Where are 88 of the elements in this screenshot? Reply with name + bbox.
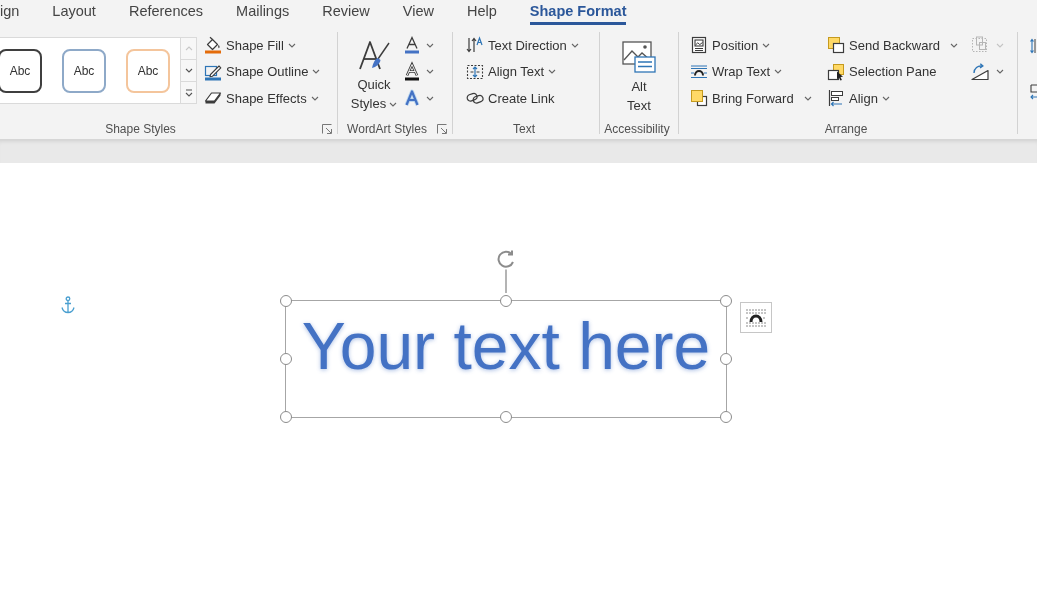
wrap-arch-icon — [744, 306, 768, 329]
quick-styles-button[interactable]: Quick Styles — [347, 33, 401, 113]
caret-icon — [762, 42, 771, 48]
squares-cursor-icon — [827, 62, 845, 81]
caret-icon — [310, 95, 319, 101]
vertical-arrows-icon — [1030, 38, 1037, 54]
alt-text-button[interactable]: Alt Text — [618, 33, 660, 115]
resize-handle[interactable] — [280, 411, 292, 423]
shape-style-swatch[interactable]: Abc — [62, 48, 106, 93]
send-backward-button[interactable]: Send Backward — [827, 33, 941, 57]
caret-icon — [426, 95, 434, 101]
letter-brush-icon — [356, 38, 392, 72]
shape-effects-button[interactable]: Shape Effects — [204, 86, 321, 110]
bring-forward-button[interactable]: Bring Forward — [690, 86, 794, 110]
caret-icon — [950, 42, 959, 48]
caret-icon — [881, 95, 890, 101]
dashed-squares-icon — [970, 36, 990, 54]
gallery-scroll-button[interactable] — [181, 82, 196, 103]
caret-icon — [774, 69, 783, 74]
resize-handle[interactable] — [720, 295, 732, 307]
caret-icon — [426, 69, 434, 74]
outlined-letter-icon — [404, 62, 420, 81]
selection-pane-button[interactable]: Selection Pane — [827, 59, 970, 84]
shape-fill-button[interactable]: Shape Fill — [204, 33, 321, 57]
anchor-icon — [60, 296, 76, 314]
align-left-icon — [827, 89, 845, 107]
resize-handle[interactable] — [500, 295, 512, 307]
layout-options-button[interactable] — [740, 302, 772, 333]
resize-handle[interactable] — [720, 353, 732, 365]
stacked-squares-icon — [827, 36, 845, 54]
ribbon-tab[interactable]: Help — [450, 0, 514, 26]
ribbon-tab[interactable]: Review — [305, 0, 387, 26]
resize-handle[interactable] — [720, 411, 732, 423]
wrap-text-icon — [690, 62, 708, 81]
caret-icon — [389, 102, 398, 108]
stacked-squares-icon — [690, 89, 708, 107]
resize-handle[interactable] — [500, 411, 512, 423]
caret-icon — [803, 95, 812, 101]
resize-handle[interactable] — [280, 295, 292, 307]
caret-icon — [996, 42, 1004, 48]
shape-outline-button[interactable]: Shape Outline — [204, 59, 321, 84]
group-label: WordArt Styles — [347, 121, 427, 136]
ribbon-tab[interactable]: References — [112, 0, 220, 26]
ribbon-tab[interactable]: ign — [0, 0, 36, 26]
launcher-icon — [321, 122, 333, 135]
gallery-scroll-button[interactable] — [181, 60, 196, 82]
chevron-down-icon — [184, 68, 193, 73]
caret-icon — [312, 69, 321, 74]
align-text-button[interactable]: Align Text — [466, 59, 579, 84]
picture-text-icon — [621, 40, 657, 74]
caret-icon — [548, 69, 557, 74]
wrap-text-button[interactable]: Wrap Text — [690, 59, 827, 84]
rotate-handle[interactable] — [495, 249, 517, 293]
group-label: Text — [513, 121, 535, 136]
ribbon-tab[interactable]: View — [386, 0, 451, 26]
chevron-up-icon — [184, 46, 193, 51]
launcher-icon — [436, 122, 448, 135]
create-link-button[interactable]: Create Link — [466, 86, 579, 110]
position-button[interactable]: Position — [690, 33, 827, 57]
dialog-launcher-button[interactable] — [436, 122, 448, 135]
dashed-box-arrows-icon — [466, 62, 484, 81]
page-picture-icon — [690, 36, 708, 54]
underlined-letter-icon — [404, 36, 420, 54]
group-label: Accessibility — [604, 121, 670, 136]
text-outline-button[interactable] — [404, 59, 434, 84]
paint-bucket-icon — [204, 36, 222, 54]
caret-icon — [996, 69, 1004, 74]
eraser-shape-icon — [204, 89, 222, 107]
resize-handle[interactable] — [280, 353, 292, 365]
group-label: Arrange — [824, 121, 868, 136]
vertical-arrows-icon — [466, 36, 484, 54]
caret-icon — [287, 42, 296, 48]
dialog-launcher-button[interactable] — [321, 122, 333, 135]
wordart-text: Your text here — [301, 313, 711, 379]
glowing-letter-icon — [404, 90, 420, 106]
shape-style-swatch[interactable]: Abc — [0, 48, 42, 93]
box-arrow-icon — [1030, 84, 1037, 100]
text-direction-button[interactable]: Text Direction — [466, 33, 579, 57]
shape-style-swatch[interactable]: Abc — [126, 48, 170, 93]
ribbon-tab[interactable]: Shape Format — [513, 0, 643, 26]
caret-icon — [570, 42, 579, 48]
ribbon-tab[interactable]: Mailings — [219, 0, 306, 26]
caret-icon — [426, 42, 434, 48]
align-button[interactable]: Align — [827, 86, 970, 110]
more-icon — [184, 88, 193, 97]
rotate-triangle-icon — [970, 62, 990, 81]
group-label: Shape Styles — [105, 121, 176, 136]
ribbon-tab[interactable]: Layout — [35, 0, 113, 26]
